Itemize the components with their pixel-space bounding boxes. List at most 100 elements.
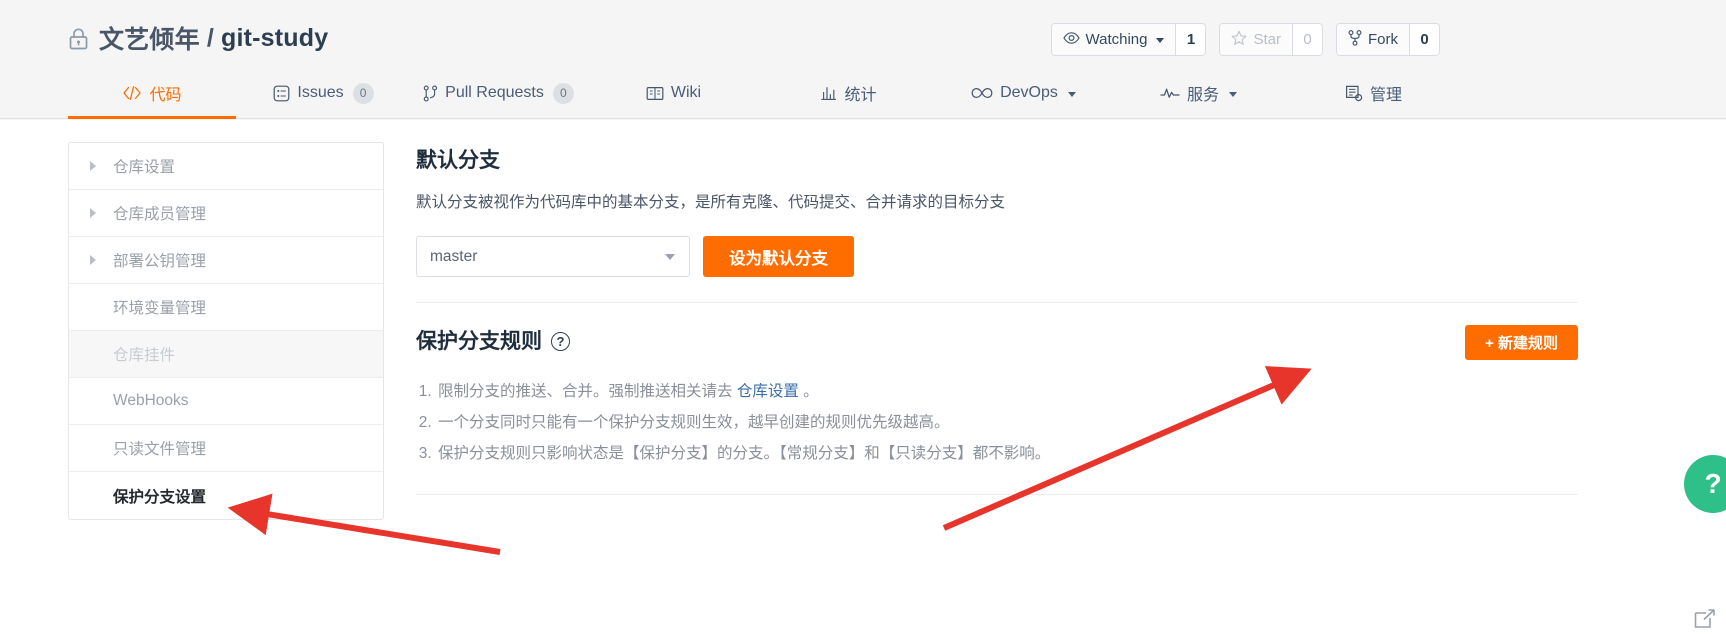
fork-icon (1348, 29, 1362, 50)
pull-request-icon (423, 85, 438, 102)
tab-code-label: 代码 (149, 87, 182, 104)
repo-nav: 代码 Issues 0 Pull Requests 0 Wiki 统计 DevO… (0, 70, 1726, 119)
bottom-divider (416, 494, 1578, 496)
sidebar-item-label: WebHooks (113, 392, 189, 409)
tab-statistics[interactable]: 统计 (761, 70, 936, 119)
tab-services-label: 服务 (1186, 87, 1219, 104)
fork-button[interactable]: Fork (1337, 24, 1409, 55)
page-header: 文艺倾年 / git-study Watching 1 Star 0 Fork … (0, 0, 1726, 70)
tab-issues-label: Issues (297, 84, 344, 101)
question-mark-icon[interactable]: ? (551, 331, 570, 351)
list-item: 限制分支的推送、合并。强制推送相关请去 仓库设置 。 (436, 376, 1578, 407)
tab-devops-label: DevOps (1000, 84, 1058, 101)
fork-button-group[interactable]: Fork 0 (1336, 23, 1440, 56)
protected-rules-list: 限制分支的推送、合并。强制推送相关请去 仓库设置 。 一个分支同时只能有一个保护… (416, 376, 1578, 469)
book-icon (646, 86, 664, 101)
fork-count[interactable]: 0 (1409, 24, 1439, 55)
repo-nav-list: 代码 Issues 0 Pull Requests 0 Wiki 统计 DevO… (0, 70, 1726, 119)
repo-owner[interactable]: 文艺倾年 (99, 20, 200, 56)
watching-button-group[interactable]: Watching 1 (1050, 23, 1207, 56)
default-branch-title: 默认分支 (416, 149, 500, 172)
sidebar-item-readonly-files[interactable]: 只读文件管理 (69, 425, 383, 472)
caret-right-icon (90, 208, 96, 218)
sidebar-item-deploy-keys[interactable]: 部署公钥管理 (69, 237, 383, 284)
protected-rules-title-row: 保护分支规则 ? (416, 325, 570, 355)
sidebar-item-env-variables[interactable]: 环境变量管理 (69, 284, 383, 331)
external-link-icon[interactable] (1692, 606, 1718, 632)
pull-requests-count-badge: 0 (552, 82, 574, 104)
rule-text: 保护分支规则只影响状态是【保护分支】的分支。【常规分支】和【只读分支】都不影响。 (438, 445, 1051, 463)
tab-devops[interactable]: DevOps (936, 70, 1111, 119)
watching-label: Watching (1085, 31, 1148, 48)
tab-statistics-label: 统计 (844, 87, 877, 104)
sidebar-item-repo-settings[interactable]: 仓库设置 (69, 143, 383, 190)
sidebar-item-label: 仓库成员管理 (113, 206, 207, 223)
repo-settings-link[interactable]: 仓库设置 (737, 383, 799, 400)
sidebar-item-label: 仓库设置 (113, 159, 176, 176)
page-body: 仓库设置 仓库成员管理 部署公钥管理 环境变量管理 仓库挂件 WebHooks (0, 120, 1726, 640)
chevron-down-icon (1229, 91, 1237, 97)
list-item: 保护分支规则只影响状态是【保护分支】的分支。【常规分支】和【只读分支】都不影响。 (436, 438, 1578, 469)
tab-services[interactable]: 服务 (1111, 70, 1286, 119)
eye-icon (1062, 31, 1080, 48)
star-icon (1231, 30, 1247, 50)
protected-rules-header: 保护分支规则 ? + 新建规则 (416, 325, 1578, 361)
issues-count-badge: 0 (352, 82, 374, 104)
watching-button[interactable]: Watching (1051, 24, 1176, 55)
content-wrapper: 仓库设置 仓库成员管理 部署公钥管理 环境变量管理 仓库挂件 WebHooks (0, 120, 1726, 520)
caret-right-icon (90, 255, 96, 265)
tab-issues[interactable]: Issues 0 (236, 70, 411, 119)
sidebar-item-label: 保护分支设置 (113, 488, 207, 506)
sidebar-item-repo-members[interactable]: 仓库成员管理 (69, 190, 383, 237)
set-default-branch-button[interactable]: 设为默认分支 (703, 236, 854, 278)
protected-rules-title: 保护分支规则 (416, 330, 542, 354)
settings-sidebar: 仓库设置 仓库成员管理 部署公钥管理 环境变量管理 仓库挂件 WebHooks (68, 142, 384, 520)
sidebar-item-protected-branches[interactable]: 保护分支设置 (69, 472, 383, 519)
sidebar-item-label: 环境变量管理 (113, 300, 207, 317)
star-label: Star (1253, 31, 1281, 48)
settings-main: 默认分支 默认分支被视作为代码库中的基本分支，是所有克隆、代码提交、合并请求的目… (384, 142, 1726, 520)
chevron-down-icon (1067, 91, 1076, 97)
default-branch-select[interactable]: master (416, 236, 690, 278)
sidebar-item-repo-widgets: 仓库挂件 (69, 331, 383, 378)
infinity-icon (971, 87, 993, 99)
fork-label: Fork (1368, 31, 1398, 48)
star-button[interactable]: Star (1220, 24, 1292, 55)
tab-code[interactable]: 代码 (68, 70, 236, 119)
tab-manage-label: 管理 (1369, 87, 1402, 104)
caret-right-icon (90, 161, 96, 171)
chevron-down-icon (1156, 38, 1165, 43)
settings-list-icon (1345, 85, 1363, 102)
chart-icon (820, 85, 837, 101)
default-branch-value: master (430, 247, 478, 265)
chevron-down-icon (665, 254, 675, 261)
rule-text: 限制分支的推送、合并。强制推送相关请去 (438, 383, 737, 401)
sidebar-item-label: 仓库挂件 (113, 347, 176, 364)
code-icon (122, 85, 142, 101)
new-rule-button[interactable]: + 新建规则 (1465, 325, 1578, 361)
tab-pull-requests-label: Pull Requests (445, 84, 544, 101)
issues-icon (273, 85, 290, 102)
star-count[interactable]: 0 (1292, 24, 1322, 55)
list-item: 一个分支同时只能有一个保护分支规则生效，越早创建的规则优先级越高。 (436, 407, 1578, 438)
rule-text-after: 。 (798, 383, 819, 401)
tab-wiki[interactable]: Wiki (586, 70, 761, 119)
repo-separator: / (206, 23, 214, 52)
header-actions: Watching 1 Star 0 Fork 0 (1050, 23, 1440, 56)
repo-title: 文艺倾年 / git-study (68, 20, 328, 56)
rule-text: 一个分支同时只能有一个保护分支规则生效，越早创建的规则优先级越高。 (438, 414, 950, 432)
lock-icon (68, 27, 89, 51)
pulse-icon (1160, 86, 1180, 100)
tab-manage[interactable]: 管理 (1286, 70, 1461, 119)
tab-wiki-label: Wiki (670, 84, 702, 101)
watching-count[interactable]: 1 (1175, 24, 1206, 55)
repo-name[interactable]: git-study (221, 24, 328, 53)
star-button-group[interactable]: Star 0 (1219, 23, 1323, 56)
default-branch-row: master 设为默认分支 (416, 236, 1578, 278)
sidebar-item-webhooks[interactable]: WebHooks (69, 378, 383, 425)
default-branch-description: 默认分支被视作为代码库中的基本分支，是所有克隆、代码提交、合并请求的目标分支 (416, 194, 1006, 211)
tab-pull-requests[interactable]: Pull Requests 0 (411, 70, 586, 119)
sidebar-item-label: 只读文件管理 (113, 441, 207, 458)
section-divider (416, 302, 1578, 304)
sidebar-item-label: 部署公钥管理 (113, 253, 207, 270)
